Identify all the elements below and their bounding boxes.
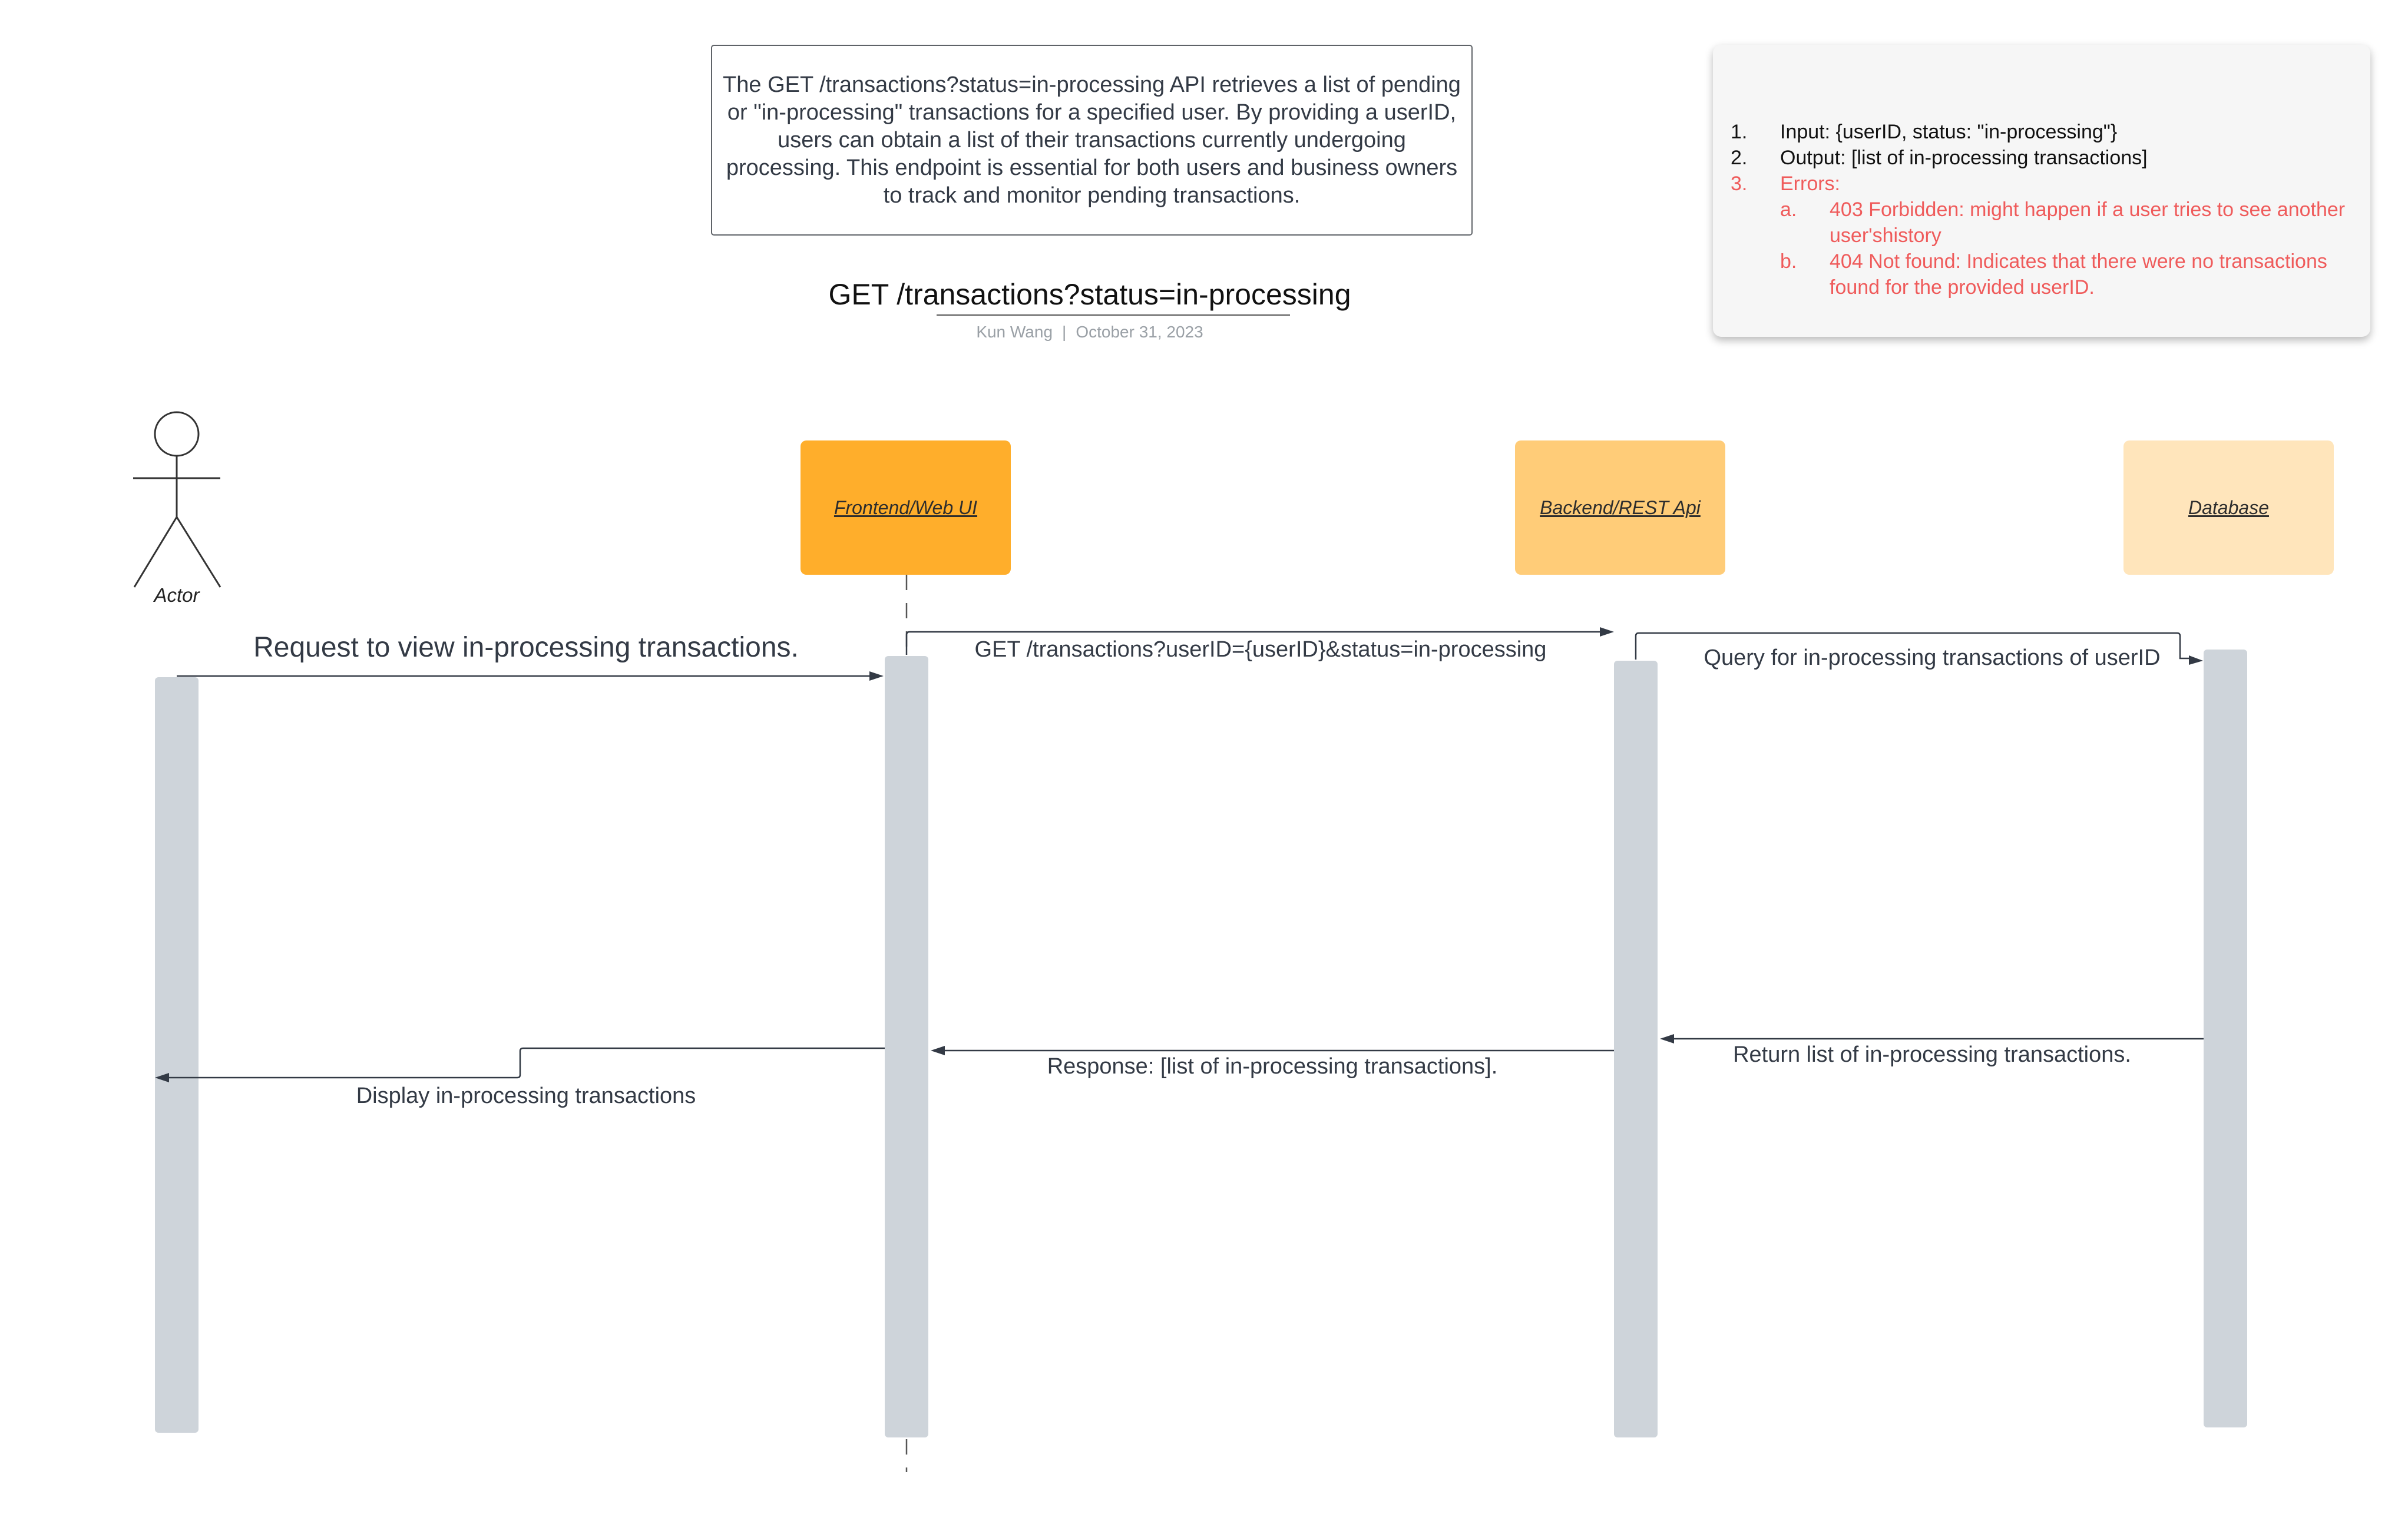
message-label-return: Return list of in-processing transaction… xyxy=(1733,1042,2131,1067)
note-text: Input: {userID, status: "in-processing"} xyxy=(1780,121,2118,143)
notes-card: 1. Input: {userID, status: "in-processin… xyxy=(1713,45,2370,337)
note-number: 2. xyxy=(1731,147,1748,169)
diagram-title: GET /transactions?status=in-processing xyxy=(828,278,1351,311)
database-activation-bar xyxy=(2204,650,2247,1427)
message-label-display: Display in-processing transactions xyxy=(356,1084,696,1108)
error-item: b. 404 Not found: Indicates that there w… xyxy=(1731,249,2353,300)
note-item: 3. Errors: xyxy=(1731,171,2353,197)
participant-backend: Backend/REST Api xyxy=(1515,440,1725,575)
note-item: 2. Output: [list of in-processing transa… xyxy=(1731,145,2353,171)
date: October 31, 2023 xyxy=(1076,323,1203,341)
title-underline xyxy=(937,314,1290,316)
actor-label: Actor xyxy=(154,584,200,606)
participant-frontend-label: Frontend/Web UI xyxy=(833,496,978,518)
author: Kun Wang xyxy=(976,323,1053,341)
sequence-diagram: The GET /transactions?status=in-processi… xyxy=(0,0,2408,1514)
participant-backend-label: Backend/REST Api xyxy=(1540,496,1701,518)
message-arrow-request xyxy=(177,671,884,681)
participant-database-label: Database xyxy=(2188,496,2269,518)
description-box: The GET /transactions?status=in-processi… xyxy=(711,45,1473,236)
message-arrow-display xyxy=(155,1047,885,1082)
note-number: 3. xyxy=(1731,173,1748,195)
message-label-request: Request to view in-processing transactio… xyxy=(253,632,799,663)
error-item: a. 403 Forbidden: might happen if a user… xyxy=(1731,197,2353,249)
error-letter: b. xyxy=(1780,250,1797,273)
actor-figure-icon xyxy=(133,411,221,588)
error-letter: a. xyxy=(1780,198,1797,221)
backend-activation-bar xyxy=(1614,661,1658,1437)
error-text: 404 Not found: Indicates that there were… xyxy=(1830,250,2327,299)
actor-activation-bar xyxy=(155,677,199,1433)
note-item: 1. Input: {userID, status: "in-processin… xyxy=(1731,119,2353,145)
participant-database: Database xyxy=(2123,440,2334,575)
note-text: Output: [list of in-processing transacti… xyxy=(1780,147,2148,169)
message-label-get: GET /transactions?userID={userID}&status… xyxy=(974,637,1547,662)
participant-frontend: Frontend/Web UI xyxy=(801,440,1011,575)
description-text: The GET /transactions?status=in-processi… xyxy=(723,72,1461,208)
meta-separator: | xyxy=(1062,323,1067,341)
title-meta: Kun Wang | October 31, 2023 xyxy=(707,323,1473,342)
note-text: Errors: xyxy=(1780,173,1840,195)
frontend-activation-bar xyxy=(885,656,928,1437)
note-number: 1. xyxy=(1731,121,1748,143)
message-label-response: Response: [list of in-processing transac… xyxy=(1047,1054,1498,1079)
message-label-query: Query for in-processing transactions of … xyxy=(1704,645,2161,670)
error-text: 403 Forbidden: might happen if a user tr… xyxy=(1830,198,2346,247)
